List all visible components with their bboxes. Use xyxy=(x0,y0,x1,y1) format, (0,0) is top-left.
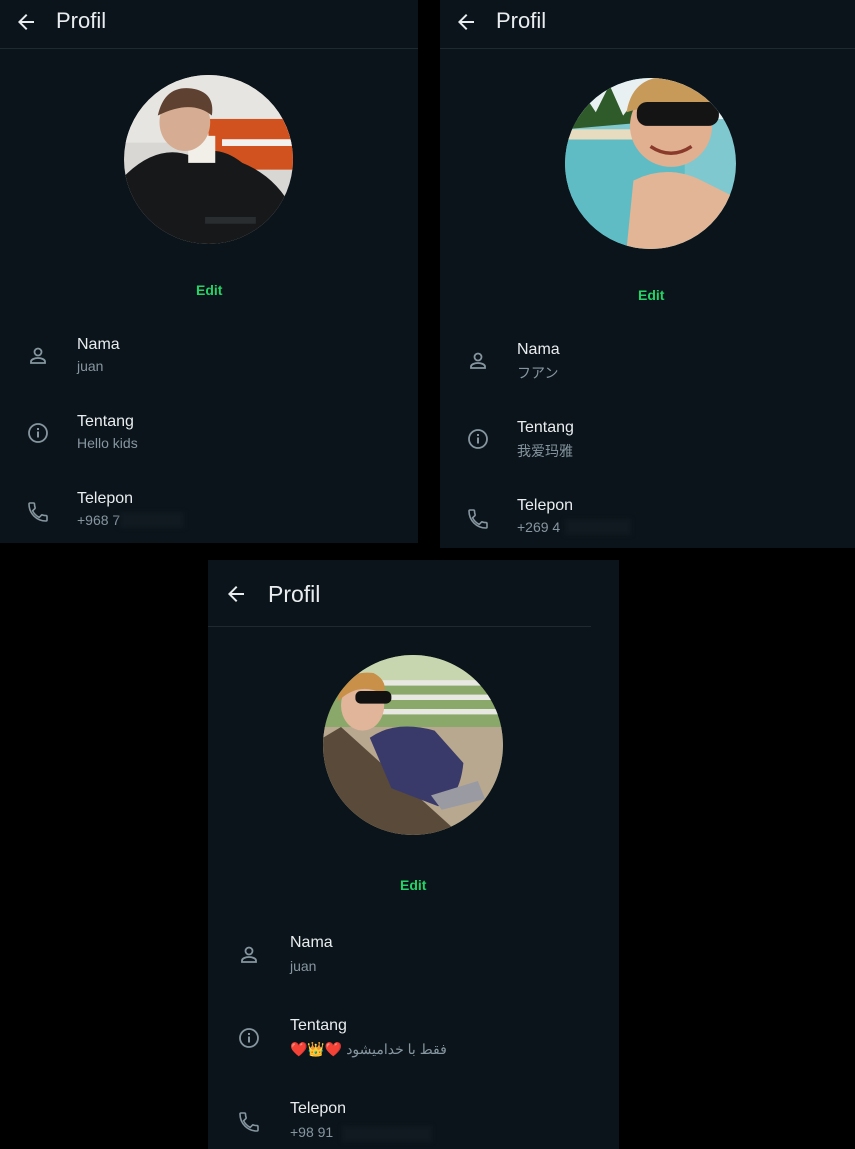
app-bar: Profil xyxy=(440,0,855,49)
name-row[interactable]: Nama juan xyxy=(208,934,619,994)
page-title: Profil xyxy=(56,8,107,33)
page-title: Profil xyxy=(268,581,321,607)
about-label: Tentang xyxy=(517,419,574,436)
name-label: Nama xyxy=(517,341,560,358)
about-label: Tentang xyxy=(77,413,134,430)
name-row[interactable]: Nama フアン xyxy=(440,341,855,401)
name-value: フアン xyxy=(517,365,559,381)
edit-photo-link[interactable]: Edit xyxy=(638,287,664,303)
person-icon xyxy=(470,352,486,369)
phone-value: +269 4 xyxy=(517,519,561,535)
about-row[interactable]: Tentang Hello kids xyxy=(0,413,418,473)
about-row[interactable]: Tentang 我爱玛雅 xyxy=(440,419,855,479)
phone-row[interactable]: Telepon +269 4 xyxy=(440,497,855,548)
phone-icon xyxy=(468,509,488,529)
phone-icon xyxy=(28,502,48,522)
profile-panel-2: Profil Edit Nama フアン Tentang 我爱玛雅 Telepo… xyxy=(440,0,855,548)
profile-photo[interactable] xyxy=(323,655,503,835)
arrow-left-icon[interactable] xyxy=(224,582,248,606)
profile-photo[interactable] xyxy=(565,78,736,249)
edit-photo-link[interactable]: Edit xyxy=(196,282,222,298)
phone-row[interactable]: Telepon +98 91 xyxy=(208,1100,619,1149)
app-bar: Profil xyxy=(208,560,591,627)
redaction-blur xyxy=(120,512,184,528)
about-label: Tentang xyxy=(290,1017,347,1034)
profile-panel-3: Profil Edit Nama juan Tentang ❤️👑❤️ فقط … xyxy=(208,560,619,1149)
phone-icon xyxy=(239,1112,259,1132)
app-bar: Profil xyxy=(0,0,418,49)
profile-panel-1: Profil Edit Nama juan Tentang Hello kids… xyxy=(0,0,418,543)
redaction-blur xyxy=(565,519,631,535)
profile-photo[interactable] xyxy=(124,75,293,244)
phone-label: Telepon xyxy=(517,497,574,514)
edit-photo-link[interactable]: Edit xyxy=(400,877,426,893)
info-icon xyxy=(28,423,48,443)
phone-value: +968 7 xyxy=(77,512,121,528)
about-value: ❤️👑❤️ فقط با خدامیشود xyxy=(290,1041,447,1057)
name-value: juan xyxy=(77,358,104,374)
about-value: Hello kids xyxy=(77,435,138,451)
redaction-blur xyxy=(342,1126,432,1142)
page-title: Profil xyxy=(496,8,547,33)
name-label: Nama xyxy=(290,934,333,951)
person-icon xyxy=(30,347,46,364)
about-row[interactable]: Tentang ❤️👑❤️ فقط با خدامیشود xyxy=(208,1017,619,1077)
phone-row[interactable]: Telepon +968 7 xyxy=(0,490,418,543)
person-icon xyxy=(241,946,257,963)
name-label: Nama xyxy=(77,336,120,353)
phone-label: Telepon xyxy=(290,1100,347,1117)
name-value: juan xyxy=(290,958,317,974)
info-icon xyxy=(468,429,488,449)
arrow-left-icon[interactable] xyxy=(14,10,38,34)
name-row[interactable]: Nama juan xyxy=(0,336,418,396)
phone-value: +98 91 xyxy=(290,1124,334,1140)
about-value: 我爱玛雅 xyxy=(517,443,573,459)
arrow-left-icon[interactable] xyxy=(454,10,478,34)
info-icon xyxy=(239,1028,259,1048)
phone-label: Telepon xyxy=(77,490,134,507)
